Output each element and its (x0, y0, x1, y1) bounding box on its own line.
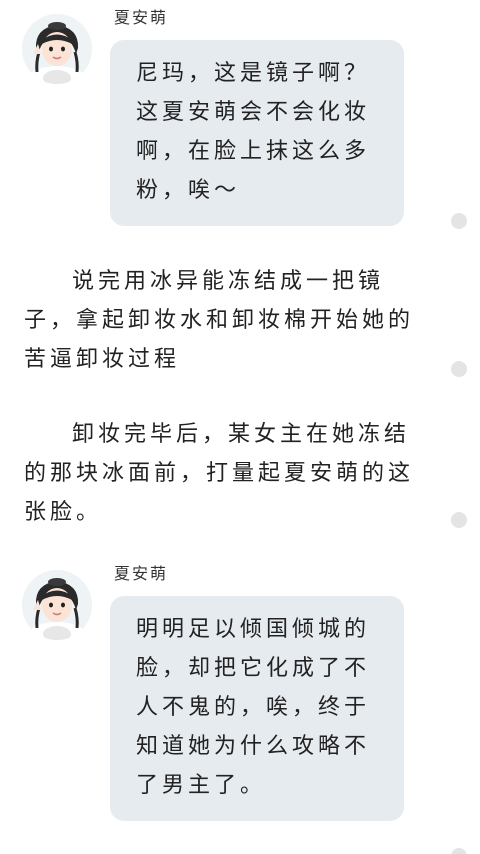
speaker-name: 夏安萌 (114, 564, 169, 583)
girl-avatar-icon (22, 14, 92, 84)
narration-paragraph: 卸妆完毕后，某女主在她冻结的那块冰面前，打量起夏安萌的这张脸。 (24, 422, 415, 525)
avatar[interactable] (22, 570, 92, 640)
girl-avatar-icon (22, 570, 92, 640)
reading-page: 夏安萌 尼玛，这是镜子啊？这夏安萌会不会化妆啊，在脸上抹这么多粉，唉～ 说完用冰… (0, 0, 480, 854)
narration-paragraph: 说完用冰异能冻结成一把镜子，拿起卸妆水和卸妆棉开始她的苦逼卸妆过程 (24, 269, 415, 372)
speech-bubble: 明明足以倾国倾城的脸，却把它化成了不人不鬼的，唉，终于知道她为什么攻略不了男主了… (110, 596, 404, 821)
speaker-name: 夏安萌 (114, 8, 169, 27)
dot-icon[interactable] (451, 361, 467, 377)
dialogue-block: 夏安萌 明明足以倾国倾城的脸，却把它化成了不人不鬼的，唉，终于知道她为什么攻略不… (0, 556, 480, 854)
dot-icon[interactable] (451, 512, 467, 528)
dialogue-block: 夏安萌 尼玛，这是镜子啊？这夏安萌会不会化妆啊，在脸上抹这么多粉，唉～ (0, 0, 480, 235)
dot-icon[interactable] (451, 213, 467, 229)
speech-bubble: 尼玛，这是镜子啊？这夏安萌会不会化妆啊，在脸上抹这么多粉，唉～ (110, 40, 404, 226)
avatar[interactable] (22, 14, 92, 84)
